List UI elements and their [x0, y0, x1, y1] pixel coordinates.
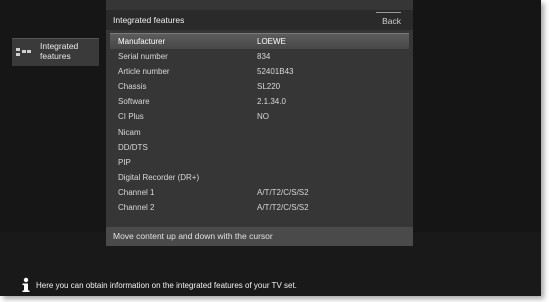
feature-value: LOEWE [257, 37, 286, 46]
right-area [413, 0, 541, 232]
feature-value: A/T/T2/C/S/S2 [257, 203, 309, 213]
feature-label: DD/DTS [118, 142, 148, 152]
feature-label: PIP [118, 157, 131, 167]
menu-grid-icon [16, 48, 31, 56]
feature-row[interactable]: Chassis SL220 [110, 79, 409, 94]
feature-row[interactable]: CI Plus NO [110, 109, 409, 124]
features-list: Manufacturer LOEWE Serial number 834 Artic… [110, 33, 409, 215]
panel-header: Integrated features Back [106, 10, 413, 30]
feature-label: Channel 2 [118, 203, 155, 213]
feature-row[interactable]: Serial number 834 [110, 49, 409, 64]
integrated-features-panel: Integrated features Back Manufacturer LOE… [106, 0, 413, 246]
feature-value: 2.1.34.0 [257, 97, 286, 107]
hint-text: Move content up and down with the cursor [113, 231, 273, 241]
back-button[interactable]: Back [376, 12, 401, 26]
left-menu-area: Integrated features [0, 0, 106, 232]
feature-row[interactable]: PIP [110, 155, 409, 170]
feature-value: NO [257, 112, 269, 122]
feature-label: Software [118, 97, 150, 107]
feature-label: Digital Recorder (DR+) [118, 172, 200, 182]
feature-value: 52401B43 [257, 67, 294, 77]
info-icon [22, 277, 30, 292]
tv-screen: Integrated features Integrated features … [0, 0, 541, 296]
feature-row[interactable]: DD/DTS [110, 140, 409, 155]
feature-label: Manufacturer [118, 37, 166, 46]
hint-bar: Move content up and down with the cursor [106, 227, 413, 246]
feature-row[interactable]: Software 2.1.34.0 [110, 94, 409, 109]
panel-title: Integrated features [113, 15, 185, 25]
feature-value: 834 [257, 52, 271, 62]
sidebar-item-integrated-features[interactable]: Integrated features [12, 38, 99, 66]
feature-label: Chassis [118, 82, 147, 92]
feature-value: A/T/T2/C/S/S2 [257, 187, 309, 197]
feature-row[interactable]: Article number 52401B43 [110, 64, 409, 79]
feature-label: Article number [118, 67, 170, 77]
sidebar-item-label: Integrated features [40, 41, 79, 61]
feature-row[interactable]: Manufacturer LOEWE [110, 33, 409, 50]
feature-label: Channel 1 [118, 187, 155, 197]
feature-row[interactable]: Channel 2 A/T/T2/C/S/S2 [110, 200, 409, 215]
feature-row[interactable]: Channel 1 A/T/T2/C/S/S2 [110, 185, 409, 200]
info-line: Here you can obtain information on the i… [20, 277, 297, 293]
feature-label: CI Plus [118, 112, 144, 122]
feature-label: Nicam [118, 127, 141, 137]
feature-label: Serial number [118, 52, 168, 62]
info-text: Here you can obtain information on the i… [36, 280, 297, 290]
feature-row[interactable]: Digital Recorder (DR+) [110, 170, 409, 185]
feature-value: SL220 [257, 82, 281, 92]
feature-row[interactable]: Nicam [110, 125, 409, 140]
